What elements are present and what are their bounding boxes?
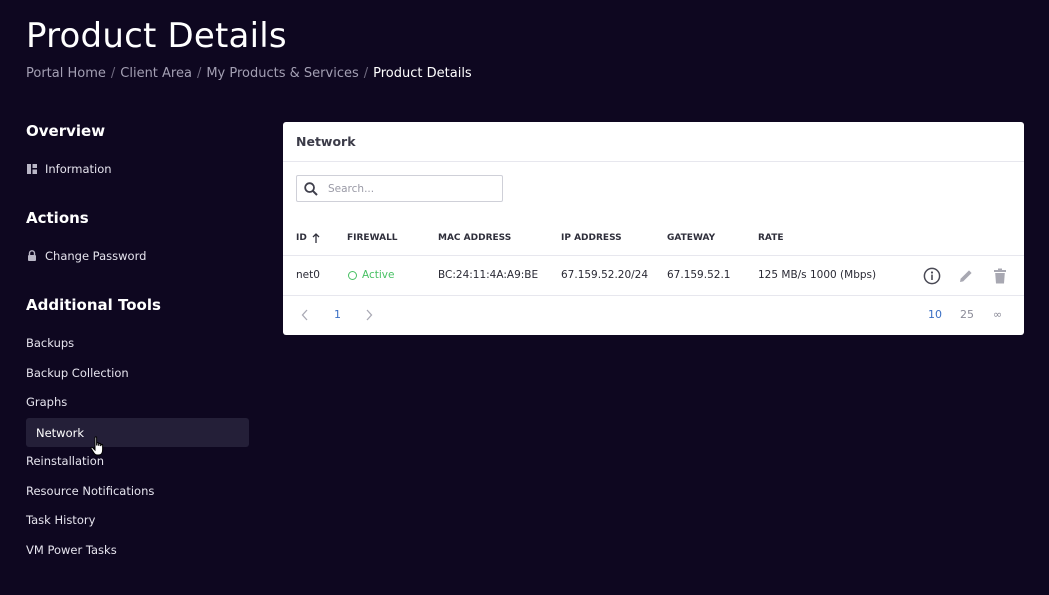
- sidebar-heading-actions: Actions: [26, 209, 89, 227]
- page-size-10[interactable]: 10: [928, 296, 942, 334]
- sidebar-item-change-password[interactable]: Change Password: [26, 241, 249, 270]
- column-header-gateway[interactable]: GATEWAY: [667, 222, 715, 255]
- info-button[interactable]: [922, 266, 942, 286]
- cell-ip-address: 67.159.52.20/24: [561, 269, 649, 281]
- column-label: ID: [296, 233, 307, 243]
- sidebar-item-reinstallation[interactable]: Reinstallation: [26, 446, 249, 475]
- breadcrumb-client-area[interactable]: Client Area: [120, 66, 192, 81]
- network-panel: Network ID FIREWALL MAC ADDRESS IP ADDRE…: [283, 122, 1024, 335]
- delete-icon: [994, 268, 1006, 284]
- info-icon: [923, 267, 941, 285]
- breadcrumb-portal-home[interactable]: Portal Home: [26, 66, 106, 81]
- lock-icon: [26, 250, 37, 261]
- cell-rate: 125 MB/s 1000 (Mbps): [758, 269, 877, 281]
- page-header: Product Details: [26, 16, 287, 56]
- sidebar-item-resource-notifications[interactable]: Resource Notifications: [26, 476, 249, 505]
- status-label: Active: [362, 269, 395, 281]
- sidebar-item-vm-power-tasks[interactable]: VM Power Tasks: [26, 535, 249, 564]
- sidebar-item-task-history[interactable]: Task History: [26, 505, 249, 534]
- breadcrumb: Portal Home / Client Area / My Products & Se…: [26, 66, 472, 81]
- cell-id: net0: [296, 269, 320, 281]
- breadcrumb-separator: /: [196, 66, 202, 81]
- status-badge: Active: [348, 256, 394, 295]
- page-size-25[interactable]: 25: [960, 296, 974, 334]
- cell-mac-address: BC:24:11:4A:A9:BE: [438, 269, 539, 281]
- page-number-button[interactable]: 1: [334, 296, 341, 334]
- edit-icon: [960, 270, 972, 282]
- panel-title: Network: [283, 122, 1024, 162]
- sidebar-heading-additional-tools: Additional Tools: [26, 296, 161, 314]
- column-header-rate[interactable]: RATE: [758, 222, 783, 255]
- sidebar-item-label: Change Password: [45, 248, 147, 263]
- breadcrumb-separator: /: [363, 66, 369, 81]
- sidebar-item-backups[interactable]: Backups: [26, 328, 249, 357]
- hand-pointer-cursor-icon: [90, 436, 108, 462]
- page-size-all[interactable]: ∞: [993, 296, 1002, 334]
- breadcrumb-separator: /: [110, 66, 116, 81]
- delete-button[interactable]: [990, 266, 1010, 286]
- page-title: Product Details: [26, 16, 287, 56]
- column-header-ip-address[interactable]: IP ADDRESS: [561, 222, 622, 255]
- sidebar-item-network[interactable]: Network: [26, 418, 249, 447]
- breadcrumb-current: Product Details: [373, 66, 472, 81]
- prev-page-button[interactable]: [301, 296, 309, 334]
- column-header-firewall[interactable]: FIREWALL: [347, 222, 398, 255]
- table-row: net0 Active BC:24:11:4A:A9:BE 67.159.52.…: [283, 256, 1024, 296]
- edit-button[interactable]: [956, 266, 976, 286]
- column-header-id[interactable]: ID: [296, 222, 320, 255]
- dashboard-icon: [26, 163, 37, 174]
- chevron-left-icon: [301, 309, 308, 321]
- status-dot-icon: [348, 271, 357, 280]
- arrow-up-icon: [312, 233, 320, 243]
- next-page-button[interactable]: [365, 296, 373, 334]
- sidebar-item-information[interactable]: Information: [26, 154, 249, 183]
- column-header-mac-address[interactable]: MAC ADDRESS: [438, 222, 511, 255]
- breadcrumb-my-products[interactable]: My Products & Services: [206, 66, 358, 81]
- table-header: ID FIREWALL MAC ADDRESS IP ADDRESS GATEW…: [283, 222, 1024, 256]
- search-input[interactable]: [326, 181, 490, 196]
- pagination: 1 10 25 ∞: [283, 296, 1024, 334]
- cell-gateway: 67.159.52.1: [667, 269, 731, 281]
- sidebar-item-label: Information: [45, 161, 112, 176]
- search-box[interactable]: [296, 175, 503, 202]
- chevron-right-icon: [366, 309, 373, 321]
- sidebar-heading-overview: Overview: [26, 122, 106, 140]
- search-icon: [304, 181, 318, 196]
- sidebar-item-backup-collection[interactable]: Backup Collection: [26, 358, 249, 387]
- sidebar-item-graphs[interactable]: Graphs: [26, 387, 249, 416]
